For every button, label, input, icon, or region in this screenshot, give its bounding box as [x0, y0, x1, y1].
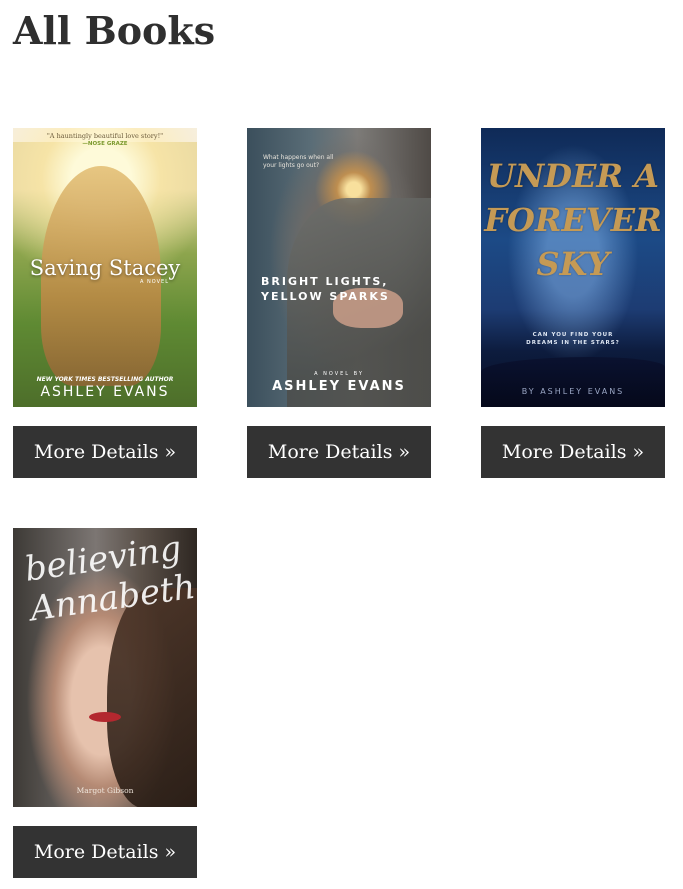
- cover-author: ASHLEY EVANS: [40, 384, 170, 400]
- cover-art: [107, 588, 197, 807]
- cover-art-lips: [89, 712, 121, 722]
- more-details-button[interactable]: More Details »: [13, 826, 197, 878]
- cover-quote-author: —NOSE GRAZE: [82, 141, 128, 147]
- cover-tagline: CAN YOU FIND YOUR DREAMS IN THE STARS?: [526, 332, 620, 346]
- book-cover-saving-stacey[interactable]: "A hauntingly beautiful love story!" —NO…: [13, 128, 197, 407]
- cover-title: UNDER A FOREVER SKY: [484, 157, 662, 283]
- page-title: All Books: [13, 8, 216, 53]
- book-card: What happens when all your lights go out…: [247, 128, 431, 478]
- cover-author: Margot Gibson: [76, 786, 134, 795]
- book-card: UNDER A FOREVER SKY CAN YOU FIND YOUR DR…: [481, 128, 665, 478]
- book-cover-believing-annabeth[interactable]: believing Annabeth Margot Gibson: [13, 528, 197, 807]
- page: All Books "A hauntingly beautiful love s…: [0, 0, 683, 889]
- cover-subtitle: A NOVEL BY: [314, 371, 364, 377]
- book-cover-bright-lights[interactable]: What happens when all your lights go out…: [247, 128, 431, 407]
- book-cover-under-a-forever-sky[interactable]: UNDER A FOREVER SKY CAN YOU FIND YOUR DR…: [481, 128, 665, 407]
- more-details-button[interactable]: More Details »: [247, 426, 431, 478]
- cover-quote-text: "A hauntingly beautiful love story!": [46, 132, 164, 140]
- cover-title: BRIGHT LIGHTS, YELLOW SPARKS: [261, 275, 390, 303]
- cover-subtitle: A NOVEL: [140, 279, 169, 285]
- book-card: believing Annabeth Margot Gibson More De…: [13, 528, 197, 878]
- cover-art: [481, 357, 665, 407]
- cover-author: BY ASHLEY EVANS: [521, 387, 625, 396]
- cover-quote: "A hauntingly beautiful love story!" —NO…: [13, 132, 197, 148]
- cover-author: ASHLEY EVANS: [272, 379, 406, 394]
- more-details-button[interactable]: More Details »: [13, 426, 197, 478]
- more-details-button[interactable]: More Details »: [481, 426, 665, 478]
- cover-tagline: NEW YORK TIMES BESTSELLING AUTHOR: [36, 376, 174, 383]
- cover-title: Saving Stacey: [29, 256, 181, 280]
- cover-quote: What happens when all your lights go out…: [263, 154, 334, 169]
- book-card: "A hauntingly beautiful love story!" —NO…: [13, 128, 197, 478]
